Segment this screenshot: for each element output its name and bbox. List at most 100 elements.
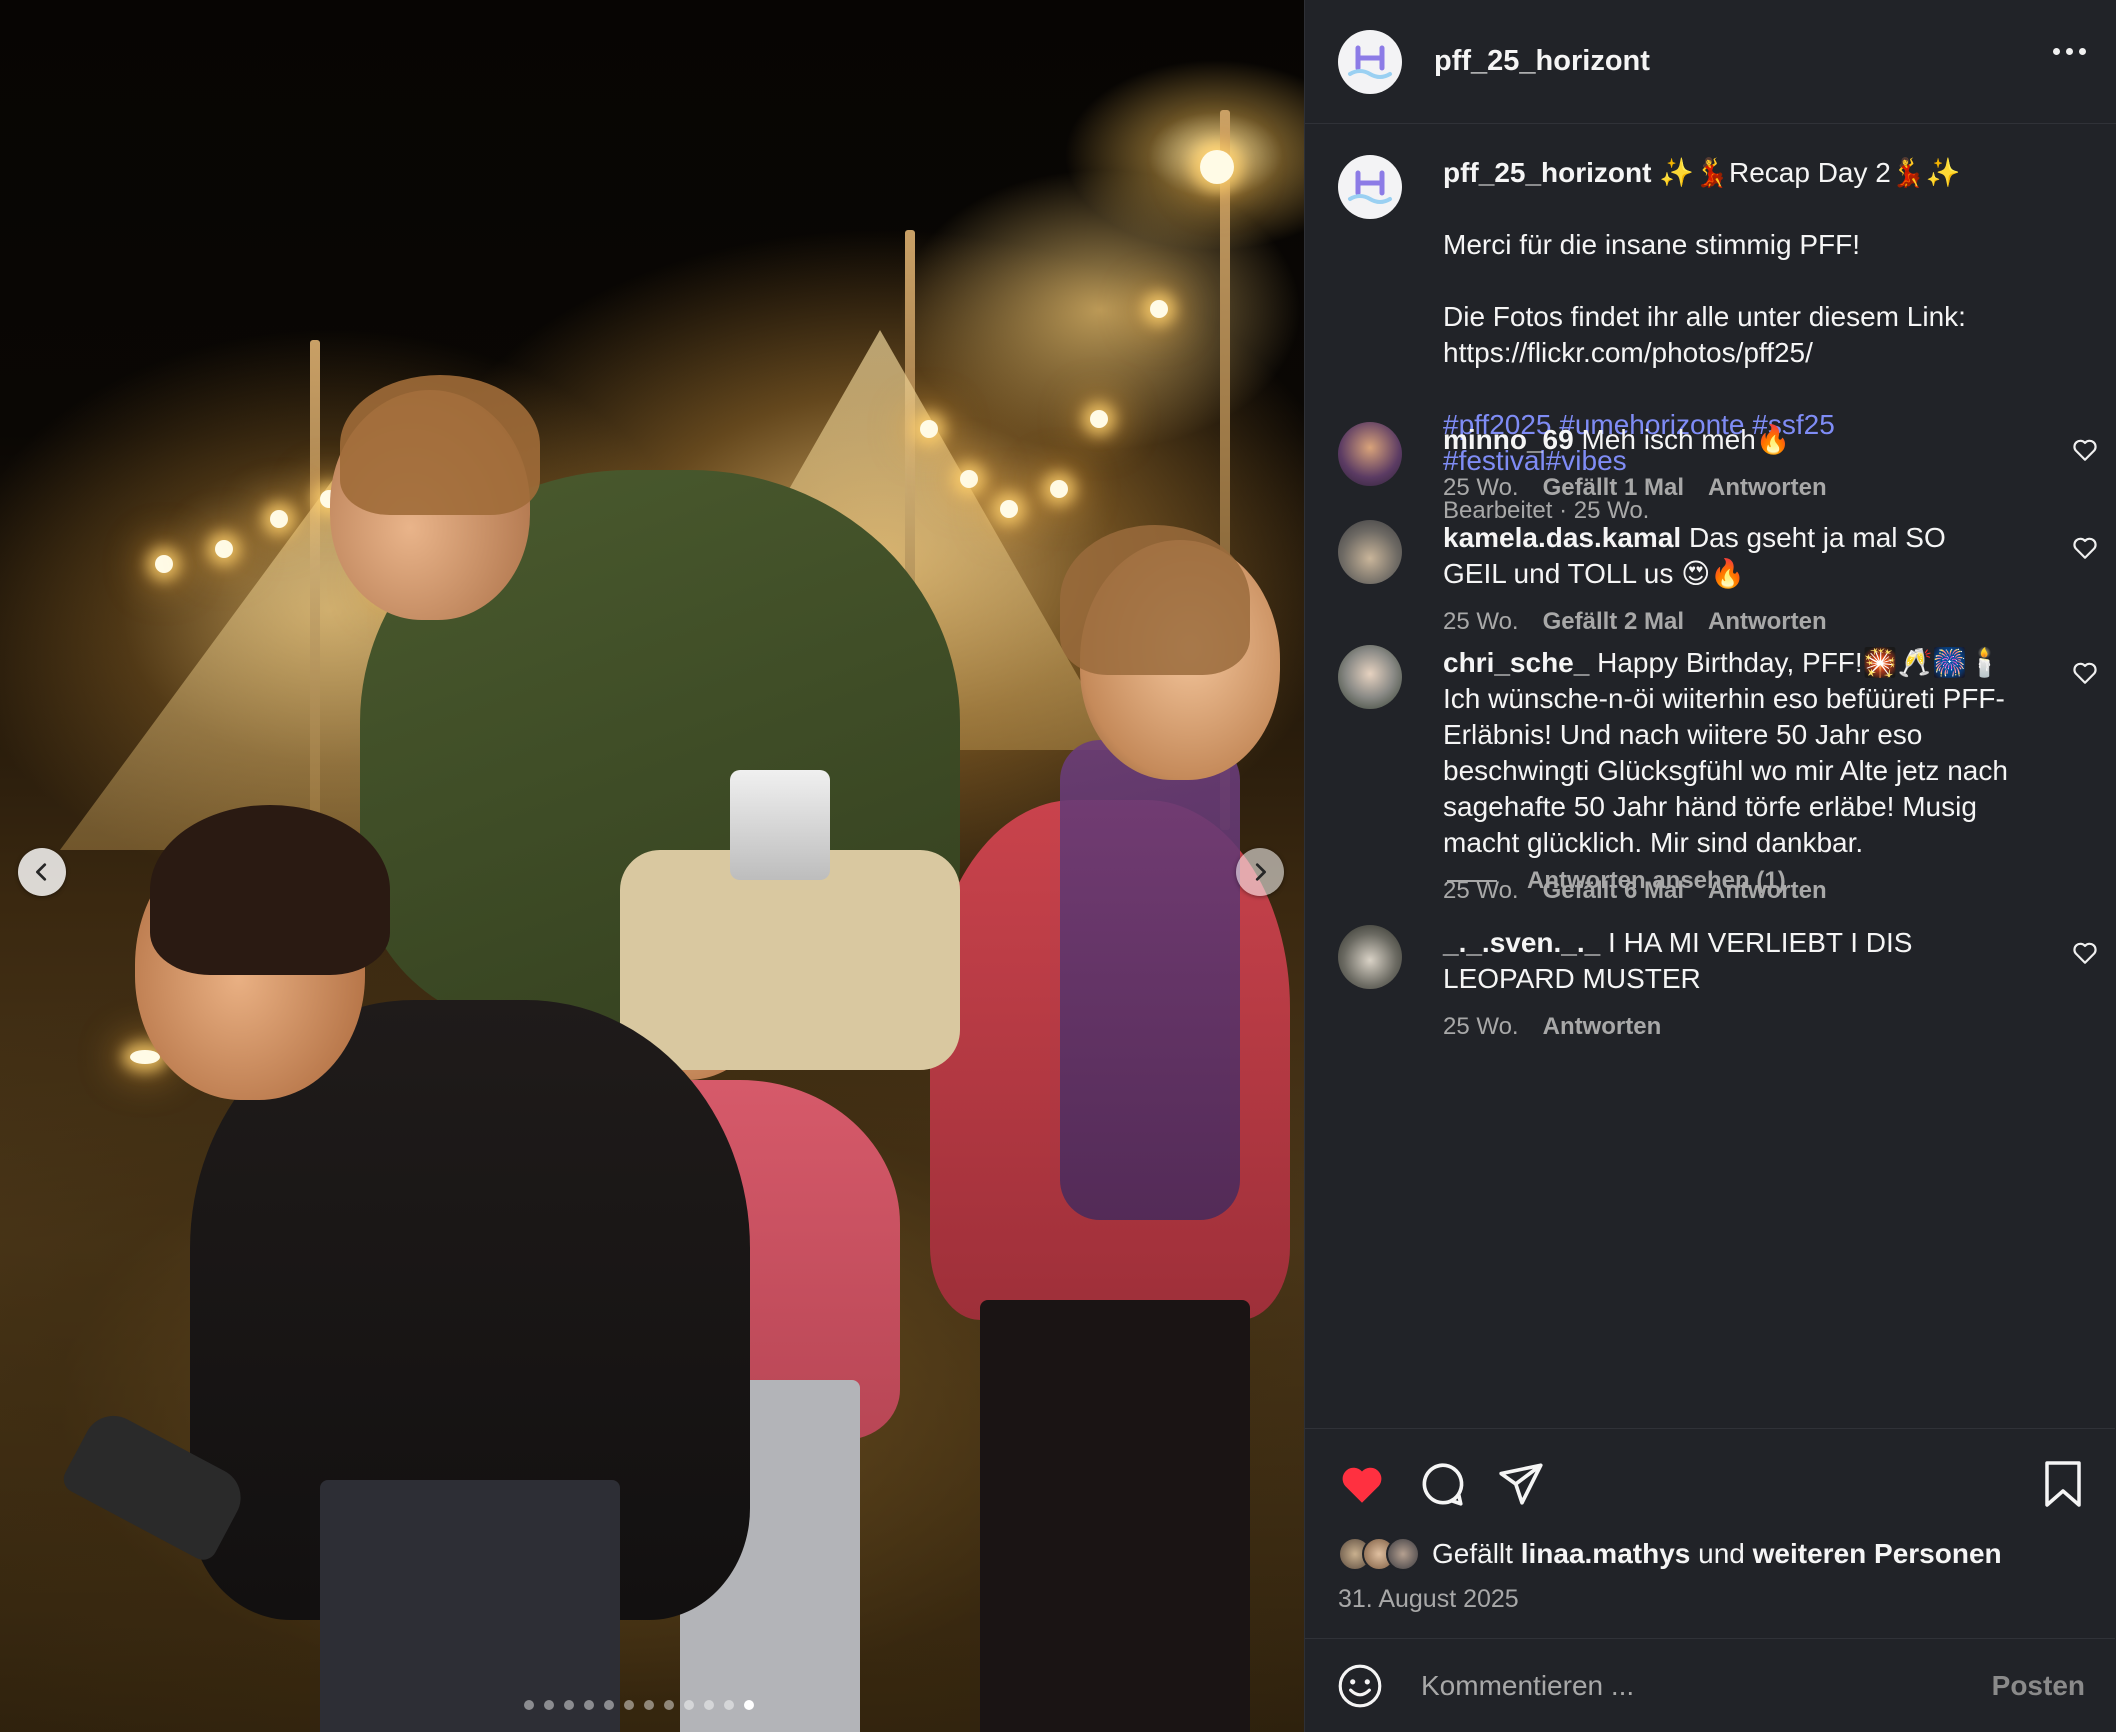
- send-icon[interactable]: [1497, 1459, 1547, 1509]
- string-light: [1150, 300, 1168, 318]
- comment-time: 25 Wo.: [1443, 608, 1519, 635]
- string-light: [215, 540, 233, 558]
- heart-outline-icon[interactable]: [2072, 536, 2098, 560]
- comment-username[interactable]: kamela.das.kamal: [1443, 522, 1681, 553]
- more-options-button[interactable]: [2053, 48, 2086, 55]
- horizont-logo-icon: [1348, 45, 1392, 79]
- likes-prefix: Gefällt: [1432, 1538, 1513, 1569]
- horizont-cup: [730, 770, 830, 880]
- avatar[interactable]: [1338, 925, 1402, 989]
- bookmark-icon[interactable]: [2041, 1459, 2085, 1509]
- emoji-smile-icon[interactable]: [1335, 1661, 1385, 1711]
- string-light: [130, 1050, 160, 1064]
- carousel-dot: [644, 1700, 654, 1710]
- post-comment-button[interactable]: Posten: [1992, 1670, 2085, 1702]
- view-replies-button[interactable]: Antworten ansehen (1): [1447, 867, 1786, 895]
- carousel-dot: [544, 1700, 554, 1710]
- next-slide-button[interactable]: [1236, 848, 1284, 896]
- carousel-dot: [624, 1700, 634, 1710]
- purple-scarf: [1060, 740, 1240, 1220]
- previous-slide-button[interactable]: [18, 848, 66, 896]
- comment-text: Happy Birthday, PFF!🎇🥂🎆🕯️Ich wünsche-n-ö…: [1443, 647, 2008, 858]
- horizont-logo-icon: [1348, 170, 1392, 204]
- avatar[interactable]: [1338, 645, 1402, 709]
- comment-likes-link[interactable]: Gefällt 1 Mal: [1543, 470, 1684, 506]
- string-light: [960, 470, 978, 488]
- reply-button[interactable]: Antworten: [1708, 604, 1827, 640]
- divider: [1447, 880, 1497, 882]
- string-light: [1050, 480, 1068, 498]
- avatar[interactable]: [1338, 422, 1402, 486]
- avatar[interactable]: [1338, 29, 1402, 94]
- heart-outline-icon[interactable]: [2072, 941, 2098, 965]
- post-date[interactable]: 31. August 2025: [1338, 1585, 1519, 1614]
- chevron-right-icon: [1255, 863, 1266, 881]
- comment-body: _._.sven._._ I HA MI VERLIEBT I DIS LEOP…: [1443, 925, 2013, 1045]
- string-light: [155, 555, 173, 573]
- carousel-dot: [664, 1700, 674, 1710]
- carousel-dot: [684, 1700, 694, 1710]
- caption-line: Merci für die insane stimmig PFF!: [1443, 229, 1860, 260]
- comments-scroll-area[interactable]: pff_25_horizont ✨💃Recap Day 2💃✨ Merci fü…: [1305, 125, 2115, 1427]
- post-photo[interactable]: [0, 0, 1304, 1732]
- comment-body: kamela.das.kamal Das gseht ja mal SO GEI…: [1443, 520, 2013, 640]
- caption-username[interactable]: pff_25_horizont: [1443, 157, 1651, 188]
- carousel-dot: [564, 1700, 574, 1710]
- carousel-dot: [724, 1700, 734, 1710]
- comment-likes-link[interactable]: Gefällt 2 Mal: [1543, 604, 1684, 640]
- carousel-dot: [704, 1700, 714, 1710]
- carousel-indicator: [524, 1700, 754, 1710]
- comment-time: 25 Wo.: [1443, 1013, 1519, 1040]
- avatar[interactable]: [1338, 155, 1402, 219]
- likes-middle: und: [1698, 1538, 1745, 1569]
- carousel-dot: [524, 1700, 534, 1710]
- post-author-username[interactable]: pff_25_horizont: [1434, 45, 1650, 78]
- comment-input[interactable]: [1421, 1669, 1992, 1702]
- person-right-hair: [1060, 525, 1250, 675]
- view-replies-label: Antworten ansehen (1): [1527, 867, 1786, 894]
- heart-outline-icon[interactable]: [2072, 438, 2098, 462]
- person-top-legs: [620, 850, 960, 1070]
- person-right-legs: [980, 1300, 1250, 1732]
- post-actions-bar: Gefällt linaa.mathys und weiteren Person…: [1305, 1428, 2115, 1638]
- post-details-panel: pff_25_horizont pff_25_horizont ✨💃Recap …: [1304, 0, 2116, 1732]
- reply-button[interactable]: Antworten: [1708, 470, 1827, 506]
- string-light: [1200, 150, 1234, 184]
- liker-username[interactable]: linaa.mathys: [1521, 1538, 1691, 1570]
- avatar[interactable]: [1338, 520, 1402, 584]
- person-left-hair: [150, 805, 390, 975]
- comment-composer: Posten: [1305, 1638, 2115, 1732]
- more-horizontal-icon: [2053, 48, 2060, 55]
- carousel-dot: [604, 1700, 614, 1710]
- avatar: [1386, 1537, 1420, 1571]
- string-light: [1000, 500, 1018, 518]
- likes-others-link[interactable]: weiteren Personen: [1753, 1538, 2002, 1570]
- person-left-legs: [320, 1480, 620, 1732]
- comment-username[interactable]: _._.sven._._: [1443, 927, 1600, 958]
- comment-icon[interactable]: [1417, 1459, 1467, 1509]
- heart-outline-icon[interactable]: [2072, 661, 2098, 685]
- string-light: [270, 510, 288, 528]
- comment-meta: 25 Wo. Gefällt 2 Mal Antworten: [1443, 604, 2013, 640]
- reply-button[interactable]: Antworten: [1543, 1009, 1662, 1045]
- comment-body: minno_69 Meh isch meh🔥 25 Wo. Gefällt 1 …: [1443, 422, 2013, 506]
- comment-text: Meh isch meh🔥: [1581, 424, 1791, 455]
- action-icons: [1337, 1459, 1547, 1509]
- caption-line: Die Fotos findet ihr alle unter diesem L…: [1443, 301, 1966, 332]
- heart-filled-icon[interactable]: [1337, 1459, 1387, 1509]
- string-light: [1090, 410, 1108, 428]
- caption-title: ✨💃Recap Day 2💃✨: [1659, 157, 1961, 188]
- comment-meta: 25 Wo. Gefällt 1 Mal Antworten: [1443, 470, 2013, 506]
- comment-meta: 25 Wo. Antworten: [1443, 1009, 2013, 1045]
- likes-summary[interactable]: Gefällt linaa.mathys und weiteren Person…: [1338, 1537, 2002, 1571]
- chevron-left-icon: [36, 863, 47, 881]
- comment-username[interactable]: chri_sche_: [1443, 647, 1589, 678]
- caption-link: https://flickr.com/photos/pff25/: [1443, 337, 1813, 368]
- post-header: pff_25_horizont: [1305, 0, 2116, 124]
- string-light: [920, 420, 938, 438]
- comment-username[interactable]: minno_69: [1443, 424, 1574, 455]
- carousel-dot: [744, 1700, 754, 1710]
- liker-avatars: [1338, 1537, 1420, 1571]
- comment-time: 25 Wo.: [1443, 474, 1519, 501]
- person-top-hair: [340, 375, 540, 515]
